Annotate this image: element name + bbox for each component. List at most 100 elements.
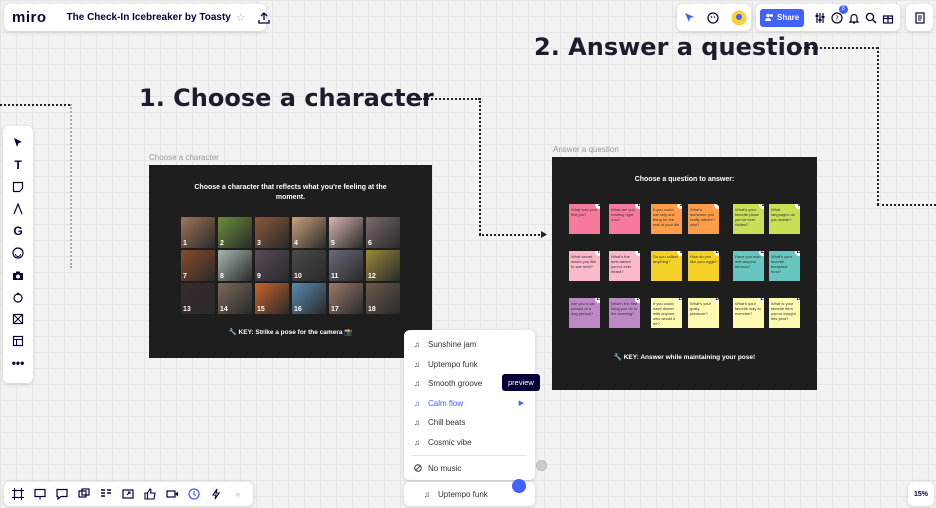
- question-sticky-note[interactable]: What was your first job? 1: [569, 204, 600, 234]
- preview-tooltip: preview: [502, 374, 540, 391]
- question-sticky-note[interactable]: Are you a cat person or a dog person?13: [569, 298, 600, 328]
- zoom-level[interactable]: 15%: [908, 482, 934, 506]
- cards-icon[interactable]: [75, 485, 93, 503]
- step1-heading[interactable]: 1. Choose a character: [139, 84, 434, 112]
- music-option[interactable]: ♫ Calm flow ▶: [404, 394, 535, 414]
- question-sticky-note[interactable]: Have you ever met anyone famous?11: [733, 251, 764, 281]
- giphy-icon[interactable]: G: [7, 222, 29, 240]
- music-option[interactable]: ♫ Cosmic vibe: [404, 433, 535, 453]
- comment-icon[interactable]: [53, 485, 71, 503]
- drag-handle[interactable]: [536, 460, 547, 471]
- question-sticky-note[interactable]: What's your favorite place you've ever v…: [733, 204, 764, 234]
- question-text: What was your first job?: [571, 207, 598, 217]
- question-sticky-note[interactable]: What's the first thing you do in the mor…: [609, 298, 640, 328]
- frame-label[interactable]: Answer a question: [553, 145, 619, 154]
- now-playing-bar[interactable]: ♫ Uptempo funk: [404, 479, 535, 506]
- divider: [412, 455, 527, 456]
- character-image[interactable]: 11: [329, 250, 363, 281]
- play-toggle-button[interactable]: [512, 479, 526, 493]
- bell-icon[interactable]: [847, 9, 862, 27]
- shapes-icon[interactable]: [7, 288, 29, 306]
- character-image[interactable]: 6: [366, 217, 400, 248]
- emoji-icon[interactable]: [7, 244, 29, 262]
- text-tool-icon[interactable]: T: [7, 156, 29, 174]
- note-number: 8: [635, 251, 640, 256]
- question-sticky-note[interactable]: What are you reading right now? 2: [609, 204, 640, 234]
- question-sticky-note[interactable]: What's the best advice you've ever heard…: [609, 251, 640, 281]
- character-image[interactable]: 1: [181, 217, 215, 248]
- add-reaction-icon[interactable]: [705, 9, 723, 27]
- thumbs-up-icon[interactable]: [141, 485, 159, 503]
- timer-icon[interactable]: [185, 485, 203, 503]
- star-icon[interactable]: ☆: [236, 11, 246, 24]
- help-icon[interactable]: ? 3: [829, 4, 848, 27]
- lightning-icon[interactable]: [207, 485, 225, 503]
- kanban-icon[interactable]: [97, 485, 115, 503]
- music-option[interactable]: ♫ Sunshine jam: [404, 335, 535, 355]
- question-sticky-note[interactable]: Do you collect anything? 9: [651, 251, 682, 281]
- share-screen-icon[interactable]: [119, 485, 137, 503]
- question-text: Are you a cat person or a dog person?: [571, 301, 595, 316]
- share-label: Share: [777, 13, 800, 22]
- templates-icon[interactable]: [7, 332, 29, 350]
- play-preview-icon[interactable]: ▶: [519, 399, 524, 407]
- character-image[interactable]: 10: [292, 250, 326, 281]
- search-icon[interactable]: [864, 9, 879, 27]
- character-image[interactable]: 3: [255, 217, 289, 248]
- music-option[interactable]: ♫ Chill beats: [404, 413, 535, 433]
- question-sticky-note[interactable]: What's your guilty pleasure?16: [688, 298, 719, 328]
- notification-badge: 3: [838, 4, 848, 14]
- question-sticky-note[interactable]: If you could have dinner with anyone, wh…: [651, 298, 682, 328]
- character-image[interactable]: 18: [366, 283, 400, 314]
- character-image[interactable]: 5: [329, 217, 363, 248]
- music-note-icon: ♫: [414, 418, 420, 428]
- character-image[interactable]: 7: [181, 250, 215, 281]
- question-sticky-note[interactable]: If you could eat only one thing for the …: [651, 204, 682, 234]
- question-sticky-note[interactable]: What languages do you speak? 6: [769, 204, 800, 234]
- cursor-flag-icon[interactable]: [680, 9, 698, 27]
- board-notes-button[interactable]: [906, 4, 933, 31]
- character-image[interactable]: 17: [329, 283, 363, 314]
- character-image[interactable]: 9: [255, 250, 289, 281]
- question-sticky-note[interactable]: What's someone you really admire? why? 4: [688, 204, 719, 234]
- step2-heading[interactable]: 2. Answer a question: [534, 33, 819, 61]
- character-image[interactable]: 13: [181, 283, 215, 314]
- miro-logo[interactable]: miro: [12, 9, 47, 26]
- character-image[interactable]: 14: [218, 283, 252, 314]
- camera-icon[interactable]: [7, 266, 29, 284]
- select-cursor-icon[interactable]: [7, 134, 29, 152]
- character-image[interactable]: 12: [366, 250, 400, 281]
- more-icon[interactable]: •••: [7, 354, 29, 372]
- frame-title: Choose a question to answer:: [634, 176, 735, 183]
- character-image[interactable]: 2: [218, 217, 252, 248]
- frame-tool-icon[interactable]: [7, 310, 29, 328]
- character-image[interactable]: 4: [292, 217, 326, 248]
- presentation-icon[interactable]: [31, 485, 49, 503]
- character-image[interactable]: 16: [292, 283, 326, 314]
- answer-question-frame[interactable]: Choose a question to answer: What was yo…: [552, 157, 817, 390]
- gift-icon[interactable]: [881, 9, 896, 27]
- character-number: 15: [257, 306, 265, 313]
- question-sticky-note[interactable]: What secret would you like to see next? 7: [569, 251, 600, 281]
- character-image[interactable]: 15: [255, 283, 289, 314]
- sticky-note-icon[interactable]: [7, 178, 29, 196]
- question-sticky-note[interactable]: How do you like your eggs?10: [688, 251, 719, 281]
- video-icon[interactable]: [163, 485, 181, 503]
- board-title[interactable]: The Check-In Icebreaker by Toasty: [67, 12, 231, 23]
- avatar[interactable]: [730, 9, 748, 27]
- question-sticky-note[interactable]: What is your favorite item you've bought…: [769, 298, 800, 328]
- choose-character-frame[interactable]: Choose a character that reflects what yo…: [149, 165, 432, 358]
- question-sticky-note[interactable]: What's your favorite breakfast food?12: [769, 251, 800, 281]
- upload-icon[interactable]: [258, 9, 270, 27]
- no-music-option[interactable]: No music: [404, 459, 535, 479]
- question-sticky-note[interactable]: What's your favorite way to exercise?17: [733, 298, 764, 328]
- left-toolbar: T G •••: [3, 126, 33, 383]
- collapse-icon[interactable]: «: [229, 485, 247, 503]
- settings-sliders-icon[interactable]: [812, 9, 827, 27]
- frame-label[interactable]: Choose a character: [149, 153, 219, 162]
- pen-icon[interactable]: [7, 200, 29, 218]
- share-button[interactable]: Share: [760, 8, 805, 27]
- frames-icon[interactable]: [9, 485, 27, 503]
- character-image[interactable]: 8: [218, 250, 252, 281]
- music-option[interactable]: ♫ Uptempo funk: [404, 355, 535, 375]
